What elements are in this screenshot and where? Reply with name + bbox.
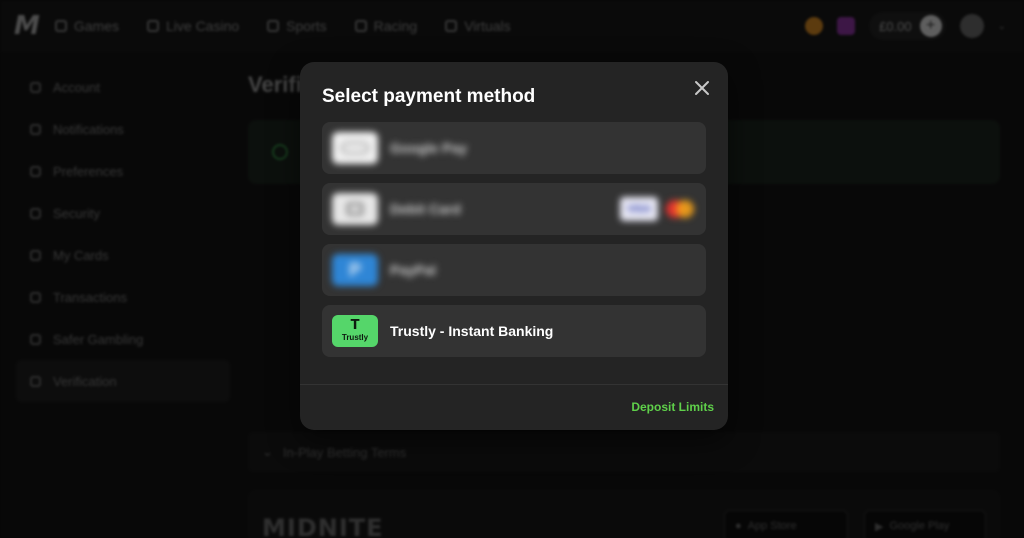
paypal-icon: P [332,254,378,286]
payment-option-label: Debit Card [390,201,461,217]
payment-option-trustly[interactable]: T Trustly Trustly - Instant Banking [322,305,706,357]
payment-method-modal: Select payment method Google Pay Debit C… [300,62,728,430]
close-button[interactable] [692,78,712,98]
trustly-icon: T Trustly [332,315,378,347]
payment-methods-list: Google Pay Debit Card VISA P PayPal T Tr… [322,122,706,366]
close-icon [695,81,709,95]
card-brands: VISA [620,197,694,221]
modal-title: Select payment method [322,86,536,107]
modal-divider [300,384,728,385]
card-icon [332,193,378,225]
payment-option-debit-card[interactable]: Debit Card VISA [322,183,706,235]
payment-option-label: Trustly - Instant Banking [390,323,554,339]
google-pay-icon [332,132,378,164]
payment-option-label: PayPal [390,262,436,278]
deposit-limits-link[interactable]: Deposit Limits [631,400,714,414]
page: M Games Live Casino Sports Racing Virtua… [0,0,1024,538]
mastercard-icon [666,199,694,219]
trustly-wordmark: Trustly [341,333,369,342]
visa-icon: VISA [620,197,658,221]
payment-option-paypal[interactable]: P PayPal [322,244,706,296]
payment-option-label: Google Pay [390,140,468,156]
trustly-mark: T [350,318,360,333]
payment-option-google-pay[interactable]: Google Pay [322,122,706,174]
